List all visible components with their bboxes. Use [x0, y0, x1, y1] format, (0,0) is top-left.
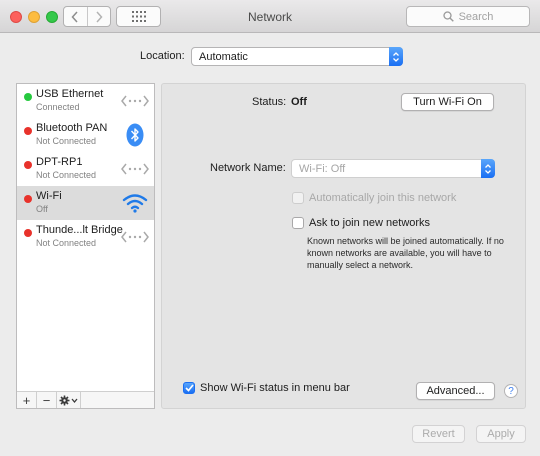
status-value: Off [291, 96, 307, 108]
wifi-icon [121, 189, 149, 217]
title-bar: Network Search [0, 0, 540, 33]
apply-button[interactable]: Apply [476, 425, 526, 443]
service-status: Not Connected [36, 170, 97, 180]
ethernet-arrows-icon [121, 223, 149, 251]
location-popup[interactable]: Automatic [191, 47, 403, 66]
advanced-button[interactable]: Advanced... [416, 382, 495, 400]
service-status: Off [36, 204, 48, 214]
location-label: Location: [140, 50, 185, 62]
ask-join-label: Ask to join new networks [309, 217, 431, 229]
auto-join-option: Automatically join this network [292, 192, 456, 204]
remove-service-button[interactable]: − [37, 392, 57, 408]
add-service-button[interactable]: + [17, 392, 37, 408]
help-button[interactable]: ? [504, 384, 518, 398]
status-dot [24, 161, 32, 169]
service-name: USB Ethernet [36, 88, 104, 100]
service-list-controls: + − [17, 391, 154, 408]
location-value: Automatic [199, 50, 248, 63]
search-field[interactable]: Search [406, 6, 530, 27]
status-dot [24, 229, 32, 237]
network-name-value: Wi-Fi: Off [299, 162, 346, 175]
turn-wifi-on-button[interactable]: Turn Wi-Fi On [401, 93, 494, 111]
service-name: Bluetooth PAN [36, 122, 108, 134]
network-preferences-window: Network Search Location: Automatic USB E… [0, 0, 540, 456]
revert-button[interactable]: Revert [412, 425, 465, 443]
status-dot [24, 93, 32, 101]
service-usb-ethernet[interactable]: USB Ethernet Connected [17, 84, 154, 118]
ask-join-note: Known networks will be joined automatica… [307, 236, 504, 270]
auto-join-label: Automatically join this network [309, 192, 457, 204]
network-name-label: Network Name: [210, 162, 286, 174]
popup-arrows-icon [481, 159, 495, 178]
ethernet-arrows-icon [121, 155, 149, 183]
status-dot [24, 127, 32, 135]
service-dpt-rp1[interactable]: DPT-RP1 Not Connected [17, 152, 154, 186]
status-dot [24, 195, 32, 203]
checkmark-icon [184, 384, 194, 392]
service-wifi[interactable]: Wi-Fi Off [17, 186, 154, 220]
search-icon [442, 11, 454, 22]
ethernet-arrows-icon [121, 87, 149, 115]
gear-icon [59, 395, 77, 405]
ask-join-checkbox[interactable] [292, 217, 304, 229]
service-name: Wi-Fi [36, 190, 62, 202]
show-status-checkbox[interactable] [183, 382, 195, 394]
network-name-popup[interactable]: Wi-Fi: Off [291, 159, 495, 178]
search-placeholder: Search [458, 10, 494, 23]
service-status: Not Connected [36, 136, 97, 146]
service-status: Connected [36, 102, 80, 112]
status-label: Status: [252, 96, 287, 108]
action-menu-button[interactable] [57, 392, 81, 408]
ask-join-option: Ask to join new networks [292, 217, 430, 229]
show-status-option: Show Wi-Fi status in menu bar [183, 382, 350, 394]
service-list: USB Ethernet Connected Bluetooth PAN Not… [16, 83, 155, 409]
service-name: Thunde...lt Bridge [36, 224, 123, 236]
service-thunderbolt-bridge[interactable]: Thunde...lt Bridge Not Connected [17, 220, 154, 254]
show-status-label: Show Wi-Fi status in menu bar [200, 382, 350, 394]
auto-join-checkbox[interactable] [292, 192, 304, 204]
popup-arrows-icon [389, 47, 403, 66]
service-bluetooth-pan[interactable]: Bluetooth PAN Not Connected [17, 118, 154, 152]
service-status: Not Connected [36, 238, 97, 248]
service-name: DPT-RP1 [36, 156, 83, 168]
bluetooth-icon [121, 121, 149, 149]
